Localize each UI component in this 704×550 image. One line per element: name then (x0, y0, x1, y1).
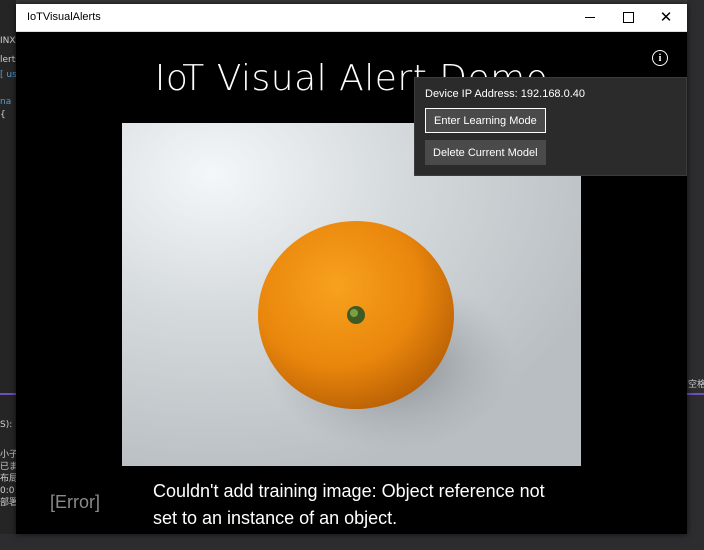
window-title: IoTVisualAlerts (27, 11, 101, 23)
maximize-button[interactable] (609, 4, 647, 31)
bg-fragment: [ us (0, 70, 16, 80)
settings-flyout: Device IP Address: 192.168.0.40 Enter Le… (414, 77, 687, 176)
bg-fragment: INX (0, 36, 16, 46)
device-ip-label: Device IP Address: 192.168.0.40 (425, 88, 586, 100)
minimize-button[interactable] (571, 4, 609, 31)
bg-fragment: 0:0 (0, 486, 15, 496)
bg-fragment: 部署 (0, 498, 16, 508)
minimize-icon (585, 17, 595, 18)
background-accent-line (0, 393, 16, 395)
background-ide-right: 空格 (687, 0, 704, 550)
bg-fragment: lerts (0, 55, 16, 65)
error-message: Couldn't add training image: Object refe… (153, 481, 545, 528)
bg-fragment: 空格 (688, 380, 704, 390)
bg-fragment: { (0, 110, 6, 120)
bg-fragment: 已まっ (0, 462, 16, 472)
title-bar[interactable]: IoTVisualAlerts ✕ (16, 4, 687, 32)
bg-fragment: S): (0, 420, 13, 430)
background-ide-left: INX lerts [ us na { S): 小子 已まっ 布局 0:0 部署 (0, 0, 16, 550)
bg-fragment: na (0, 97, 12, 107)
maximize-icon (622, 12, 634, 23)
info-icon[interactable]: i (652, 50, 668, 66)
orange-stem-center (350, 309, 358, 317)
close-icon: ✕ (659, 8, 673, 26)
background-bottom-strip (0, 534, 704, 550)
background-accent-line (687, 393, 704, 395)
bg-fragment: 布局 (0, 474, 16, 484)
status-label: [Error] (50, 492, 101, 512)
delete-current-model-button[interactable]: Delete Current Model (425, 140, 546, 165)
close-button[interactable]: ✕ (647, 4, 685, 31)
enter-learning-mode-button[interactable]: Enter Learning Mode (425, 108, 546, 133)
bg-fragment: 小子 (0, 450, 16, 460)
